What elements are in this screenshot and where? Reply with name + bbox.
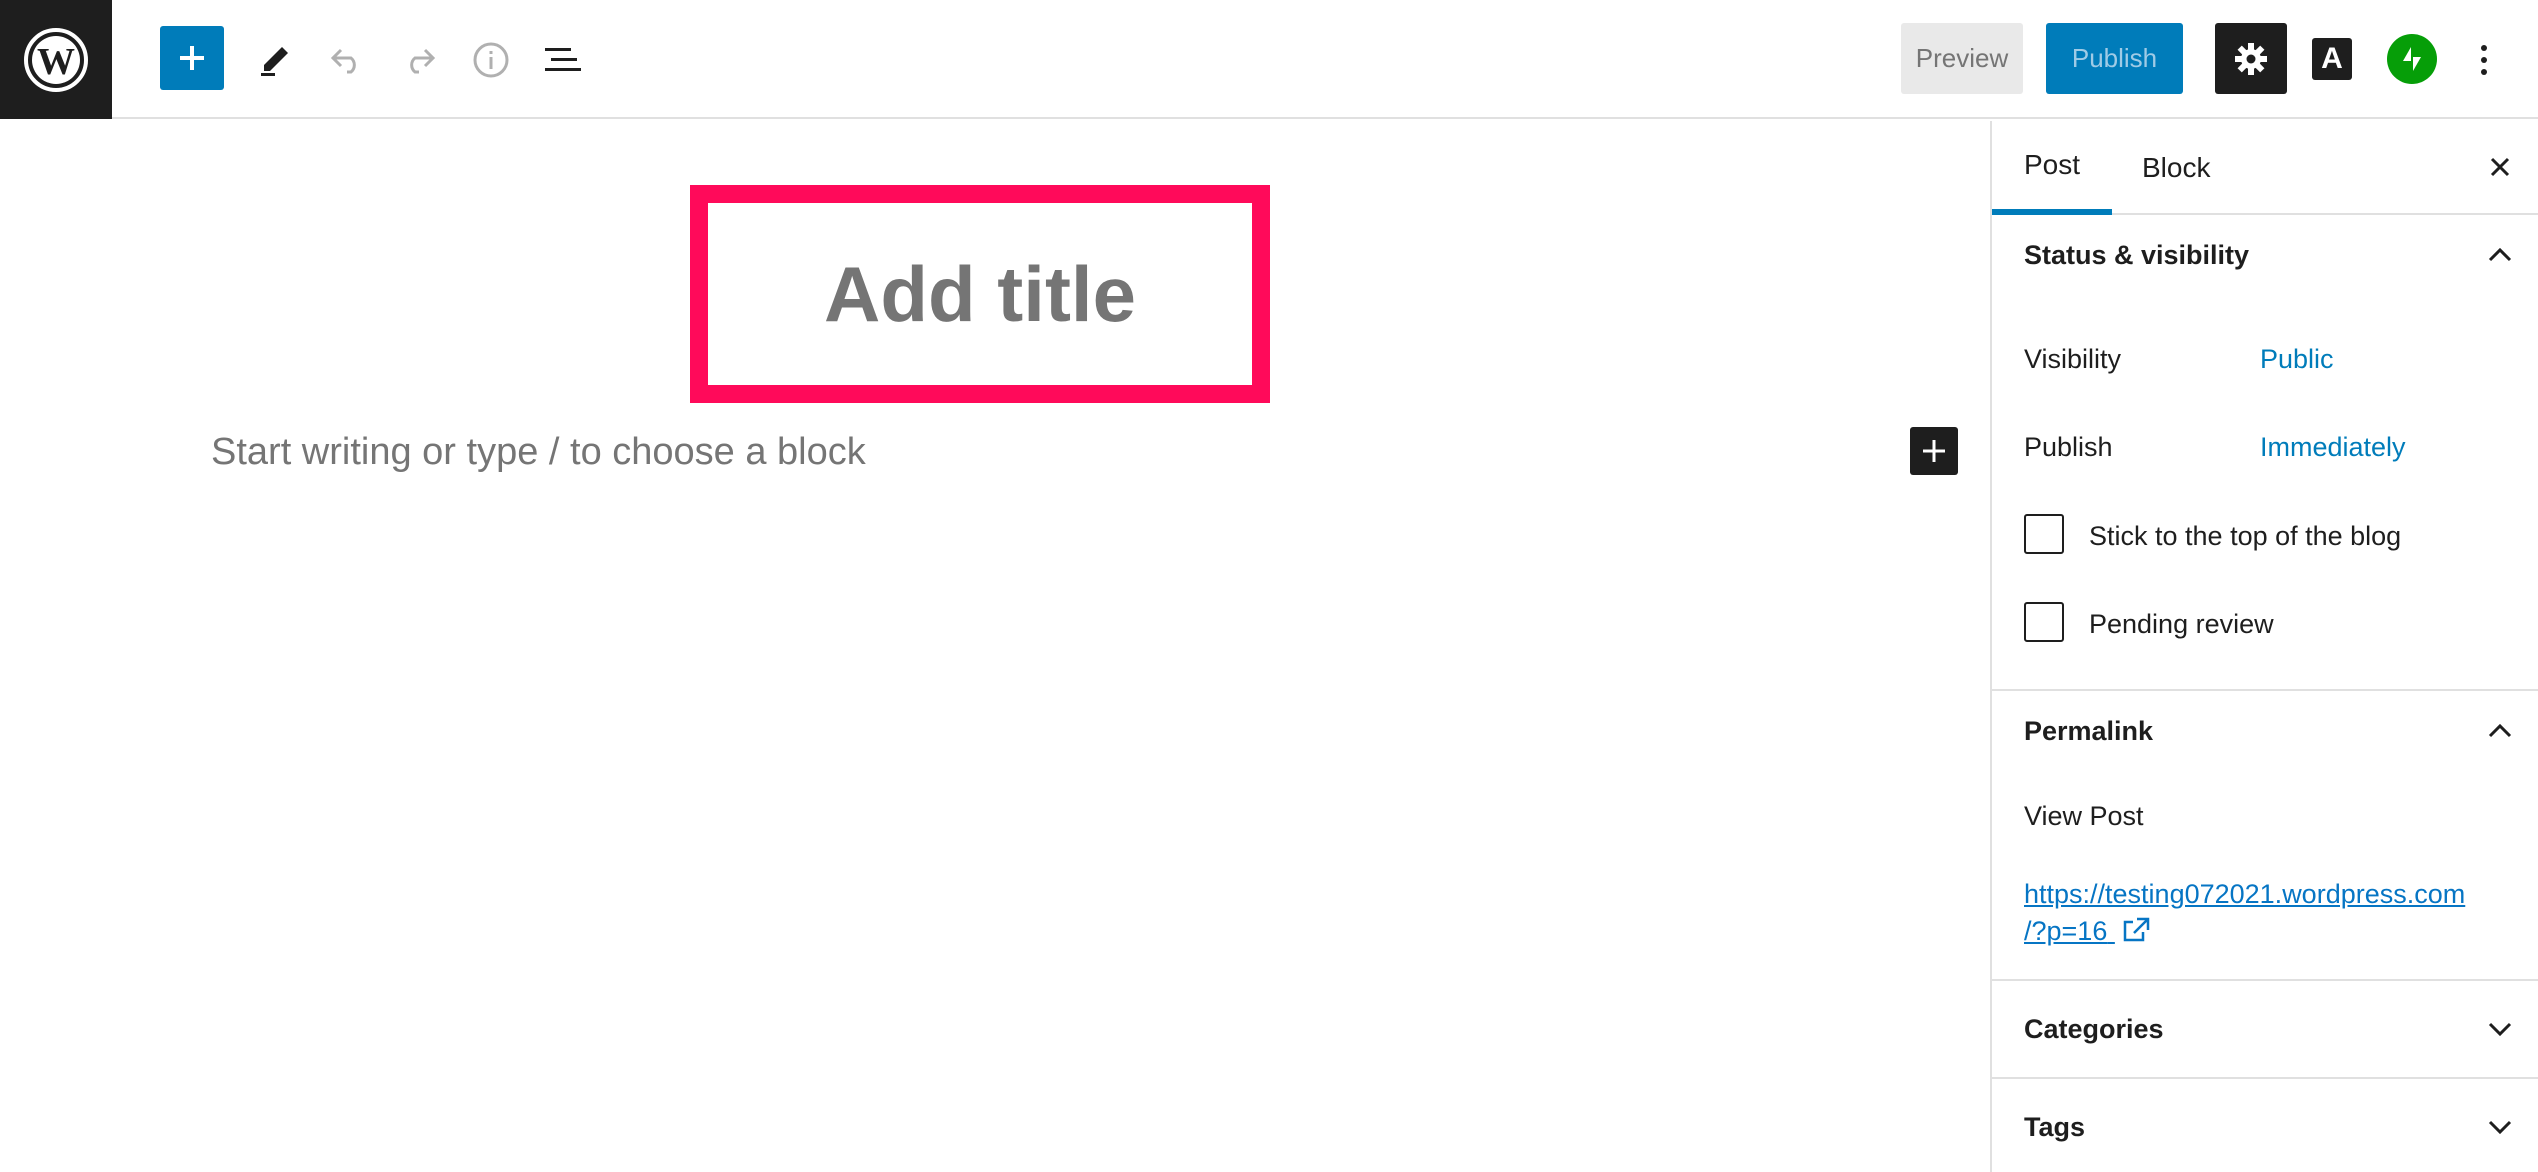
publish-label: Publish <box>2024 432 2113 462</box>
close-icon <box>2490 157 2510 177</box>
permalink-panel-toggle[interactable]: Permalink <box>1992 691 2538 771</box>
panel-title: Tags <box>2024 1111 2086 1142</box>
add-block-button[interactable] <box>160 26 224 90</box>
sidebar-tabs: Post Block <box>1992 121 2538 215</box>
view-post-label: View Post <box>2024 801 2144 831</box>
jetpack-icon <box>2403 47 2421 71</box>
permalink-url[interactable]: https://testing072021.wordpress.com /?p=… <box>2024 876 2504 950</box>
editor-canvas: Add title Start writing or type / to cho… <box>0 121 1990 1172</box>
details-button[interactable] <box>466 0 516 119</box>
block-placeholder[interactable]: Start writing or type / to choose a bloc… <box>211 431 866 474</box>
tags-panel-toggle[interactable]: Tags <box>1992 1079 2538 1172</box>
panel-title: Status & visibility <box>2024 239 2250 270</box>
plus-icon <box>180 46 204 70</box>
pencil-icon <box>261 46 288 76</box>
svg-text:W: W <box>37 41 75 83</box>
tab-post[interactable]: Post <box>1992 121 2113 215</box>
more-vertical-icon <box>2481 45 2487 75</box>
amp-button[interactable]: A <box>2312 38 2352 80</box>
panel-title: Categories <box>2024 1013 2164 1044</box>
permalink-url-line1: https://testing072021.wordpress.com <box>2024 879 2466 909</box>
sticky-label: Stick to the top of the blog <box>2089 521 2402 551</box>
pending-review-checkbox[interactable] <box>2024 602 2064 642</box>
gear-icon <box>2235 42 2267 75</box>
preview-button[interactable]: Preview <box>1901 23 2023 94</box>
external-link-icon <box>2123 917 2150 942</box>
tab-block[interactable]: Block <box>2110 121 2242 215</box>
list-view-icon <box>545 47 581 71</box>
list-view-button[interactable] <box>538 0 588 119</box>
chevron-down-icon <box>2484 1013 2516 1045</box>
undo-button[interactable] <box>322 0 372 119</box>
permalink-url-line2: /?p=16 <box>2024 916 2108 946</box>
panel-title: Permalink <box>2024 715 2154 746</box>
settings-sidebar: Post Block Status & visibility Visibilit… <box>1990 121 2538 1172</box>
options-button[interactable] <box>2464 30 2504 90</box>
settings-button[interactable] <box>2215 23 2287 94</box>
jetpack-button[interactable] <box>2387 34 2437 84</box>
sticky-checkbox[interactable] <box>2024 514 2064 554</box>
redo-button[interactable] <box>394 0 444 119</box>
publish-date-toggle[interactable]: Immediately <box>2260 432 2406 463</box>
status-visibility-panel-toggle[interactable]: Status & visibility <box>1992 215 2538 295</box>
chevron-down-icon <box>2484 1111 2516 1143</box>
inline-add-block-button[interactable] <box>1910 427 1958 475</box>
visibility-toggle[interactable]: Public <box>2260 344 2334 375</box>
publish-button[interactable]: Publish <box>2046 23 2183 94</box>
info-icon <box>473 42 509 77</box>
categories-panel-toggle[interactable]: Categories <box>1992 981 2538 1077</box>
editor-header: W Preview Publish A <box>0 0 2538 119</box>
visibility-label: Visibility <box>2024 344 2122 374</box>
post-title-input[interactable]: Add title <box>708 203 1252 385</box>
chevron-up-icon <box>2484 239 2516 271</box>
pending-review-label: Pending review <box>2089 609 2274 639</box>
redo-icon <box>410 48 436 73</box>
chevron-up-icon <box>2484 715 2516 747</box>
tools-button[interactable] <box>250 0 300 119</box>
close-sidebar-button[interactable] <box>2478 145 2522 189</box>
undo-icon <box>330 48 356 73</box>
title-highlight-box: Add title <box>690 185 1270 403</box>
wordpress-logo-icon[interactable]: W <box>0 0 112 119</box>
plus-icon <box>1923 440 1945 462</box>
